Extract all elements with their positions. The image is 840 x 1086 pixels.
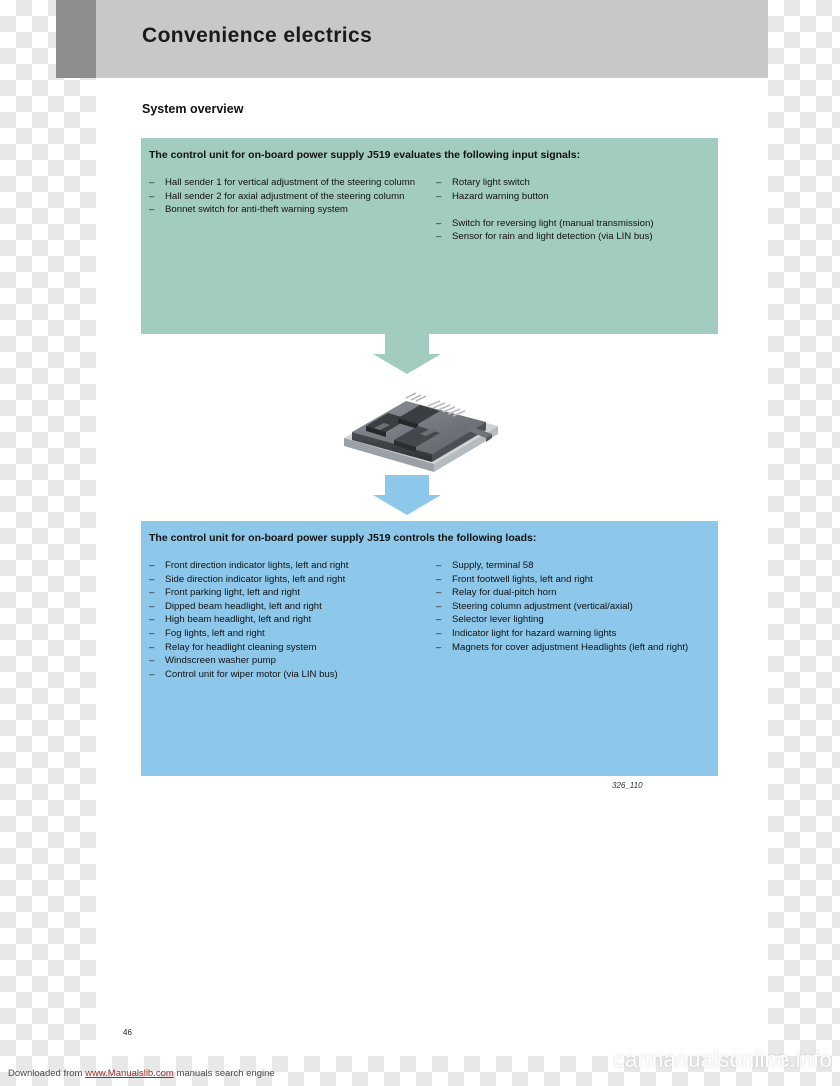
- list-item: – Fog lights, left and right: [149, 627, 422, 641]
- download-prefix: Downloaded from: [8, 1068, 86, 1079]
- list-bullet: –: [149, 190, 155, 202]
- control-unit-illustration: [336, 368, 506, 478]
- inputs-panel-heading: The control unit for on-board power supp…: [149, 149, 581, 161]
- list-item-label: Steering column adjustment (vertical/axi…: [452, 600, 633, 612]
- list-bullet: –: [149, 587, 155, 599]
- list-item: – Side direction indicator lights, left …: [149, 573, 422, 587]
- list-bullet: –: [436, 600, 442, 612]
- list-item: – Magnets for cover adjustment Headlight…: [436, 641, 709, 655]
- list-item: – Windscreen washer pump: [149, 654, 422, 668]
- list-item-label: Front direction indicator lights, left a…: [165, 560, 349, 571]
- list-bullet: –: [436, 573, 442, 585]
- page-number: 46: [123, 1028, 132, 1037]
- arrow-down-green: [385, 334, 429, 354]
- inputs-left-column: – Hall sender 1 for vertical adjustment …: [149, 176, 422, 244]
- list-item-label: Indicator light for hazard warning light…: [452, 627, 617, 639]
- list-item: – Hazard warning button: [436, 190, 709, 204]
- manualslib-link[interactable]: www.Manualslib.com: [85, 1068, 174, 1079]
- download-suffix: manuals search engine: [173, 1068, 275, 1079]
- list-item-label: High beam headlight, left and right: [165, 614, 312, 626]
- list-item-label: Hazard warning button: [452, 190, 549, 202]
- list-item-label: Relay for dual-pitch horn: [452, 587, 557, 599]
- list-bullet: –: [436, 190, 442, 202]
- download-notice: Downloaded from www.Manualslib.com manua…: [8, 1068, 275, 1079]
- list-item: – Steering column adjustment (vertical/a…: [436, 600, 709, 614]
- list-item-label: Selector lever lighting: [452, 614, 544, 626]
- list-item: – High beam headlight, left and right: [149, 613, 422, 627]
- list-item-label: Front footwell lights, left and right: [452, 573, 593, 585]
- list-item-label: Side direction indicator lights, left an…: [165, 573, 346, 585]
- page-sheet: System overview The control unit for on-…: [96, 78, 768, 1056]
- list-bullet: –: [436, 627, 442, 639]
- list-bullet: –: [149, 614, 155, 626]
- list-item-label: Rotary light switch: [452, 177, 530, 188]
- list-bullet: –: [149, 641, 155, 653]
- page-header-band: Convenience electrics: [56, 0, 768, 78]
- list-bullet: –: [436, 560, 442, 571]
- list-item: – Front footwell lights, left and right: [436, 573, 709, 587]
- loads-right-column: – Supply, terminal 58 – Front footwell l…: [422, 559, 709, 681]
- list-bullet: –: [149, 177, 155, 188]
- list-item-label: Front parking light, left and right: [165, 587, 300, 599]
- page-title: Convenience electrics: [142, 24, 373, 47]
- list-item-label: Hall sender 1 for vertical adjustment of…: [165, 177, 416, 188]
- list-item: – Relay for headlight cleaning system: [149, 641, 422, 655]
- list-item-label: Magnets for cover adjustment Headlights …: [452, 641, 689, 653]
- section-heading: System overview: [142, 102, 244, 116]
- list-item: – Front parking light, left and right: [149, 586, 422, 600]
- list-item: – Hall sender 1 for vertical adjustment …: [149, 176, 422, 190]
- list-item-label: Control unit for wiper motor (via LIN bu…: [165, 668, 338, 680]
- list-item: – Control unit for wiper motor (via LIN …: [149, 668, 422, 682]
- list-item: – Dipped beam headlight, left and right: [149, 600, 422, 614]
- list-item-label: Hall sender 2 for axial adjustment of th…: [165, 190, 405, 202]
- list-item-label: Dipped beam headlight, left and right: [165, 600, 322, 612]
- list-bullet: –: [149, 204, 155, 216]
- list-item: – Selector lever lighting: [436, 613, 709, 627]
- loads-panel: The control unit for on-board power supp…: [141, 521, 718, 776]
- list-bullet: –: [149, 560, 155, 571]
- list-item-label: Switch for reversing light (manual trans…: [452, 217, 654, 229]
- list-bullet: –: [436, 177, 442, 188]
- list-item-label: Windscreen washer pump: [165, 655, 276, 667]
- list-bullet: –: [436, 641, 442, 653]
- document-page: Convenience electrics System overview Th…: [56, 0, 768, 1056]
- page-header-dark-block: [56, 0, 96, 78]
- list-item: – Supply, terminal 58: [436, 559, 709, 573]
- list-bullet: –: [436, 614, 442, 626]
- list-item: – Hall sender 2 for axial adjustment of …: [149, 190, 422, 204]
- inputs-right-column: – Rotary light switch – Hazard warning b…: [422, 176, 709, 244]
- list-bullet: –: [436, 231, 442, 243]
- list-item-label: Bonnet switch for anti-theft warning sys…: [165, 204, 348, 216]
- list-item-label: Sensor for rain and light detection (via…: [452, 231, 653, 243]
- loads-panel-heading: The control unit for on-board power supp…: [149, 532, 537, 544]
- loads-panel-columns: – Front direction indicator lights, left…: [149, 559, 709, 681]
- figure-code: 326_110: [612, 781, 643, 790]
- site-watermark: carmanualsonline.info: [613, 1047, 832, 1072]
- list-item-label: Fog lights, left and right: [165, 627, 265, 639]
- list-item-label: Relay for headlight cleaning system: [165, 641, 317, 653]
- inputs-panel: The control unit for on-board power supp…: [141, 138, 718, 334]
- list-item: – Rotary light switch: [436, 176, 709, 190]
- list-item: – Switch for reversing light (manual tra…: [436, 217, 709, 231]
- list-item: – Front direction indicator lights, left…: [149, 559, 422, 573]
- list-bullet: –: [149, 600, 155, 612]
- list-item-label: Supply, terminal 58: [452, 560, 534, 571]
- list-bullet: –: [149, 573, 155, 585]
- arrow-down-blue: [385, 475, 429, 495]
- list-bullet: –: [149, 655, 155, 667]
- list-bullet: –: [149, 627, 155, 639]
- list-item: – Sensor for rain and light detection (v…: [436, 230, 709, 244]
- list-item: – Relay for dual-pitch horn: [436, 586, 709, 600]
- list-bullet: –: [436, 587, 442, 599]
- arrow-down-blue-head: [373, 495, 441, 515]
- list-item: – Indicator light for hazard warning lig…: [436, 627, 709, 641]
- list-bullet: –: [436, 217, 442, 229]
- inputs-panel-columns: – Hall sender 1 for vertical adjustment …: [149, 176, 709, 244]
- list-item: – Bonnet switch for anti-theft warning s…: [149, 203, 422, 217]
- loads-left-column: – Front direction indicator lights, left…: [149, 559, 422, 681]
- list-bullet: –: [149, 668, 155, 680]
